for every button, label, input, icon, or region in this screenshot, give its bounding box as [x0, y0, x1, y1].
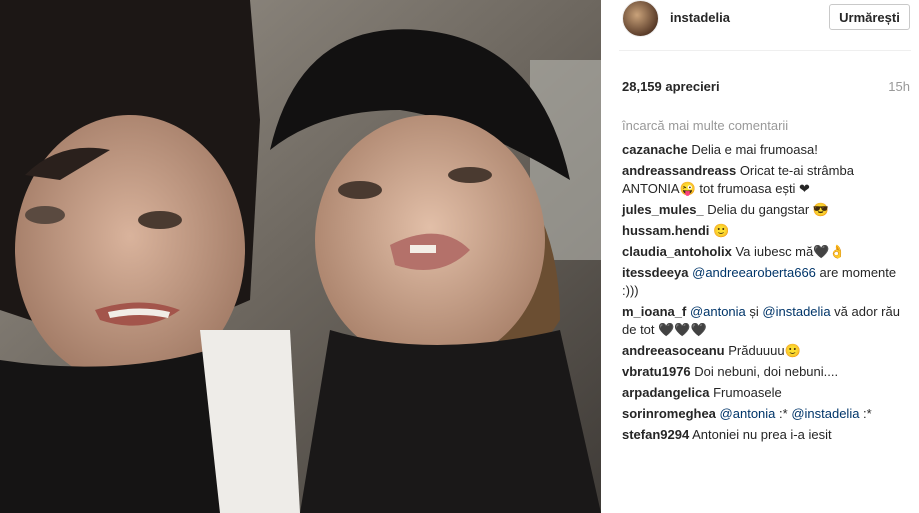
comment: itessdeeya @andreearoberta666 are moment… [622, 264, 912, 300]
comment-username[interactable]: jules_mules_ [622, 202, 704, 217]
mention-link[interactable]: @antonia [720, 406, 776, 421]
comment-username[interactable]: vbratu1976 [622, 364, 691, 379]
post-photo[interactable] [0, 0, 601, 513]
load-more-comments[interactable]: încarcă mai multe comentarii [622, 118, 788, 133]
comment-text: Doi nebuni, doi nebuni.... [694, 364, 839, 379]
comment-username[interactable]: m_ioana_f [622, 304, 686, 319]
follow-button[interactable]: Urmărești [829, 4, 910, 30]
post-header: instadelia Urmărești [601, 0, 919, 37]
comment-username[interactable]: sorinromeghea [622, 406, 716, 421]
avatar[interactable] [622, 0, 659, 37]
comment-username[interactable]: andreeasoceanu [622, 343, 725, 358]
comment: andreeasoceanu Prăduuuu🙂 [622, 342, 912, 360]
mention-link[interactable]: @andreearoberta666 [692, 265, 816, 280]
comment: hussam.hendi 🙂 [622, 222, 912, 240]
comment-text: Delia du gangstar 😎 [707, 202, 829, 217]
post-username[interactable]: instadelia [670, 10, 730, 25]
post-sidebar: instadelia Urmărești 28,159 aprecieri 15… [601, 0, 919, 513]
comment-username[interactable]: andreassandreass [622, 163, 736, 178]
comment-text: Antoniei nu prea i-a iesit [692, 427, 832, 442]
comment: cazanache Delia e mai frumoasa! [622, 141, 912, 159]
post-time[interactable]: 15h [888, 79, 910, 94]
likes-count[interactable]: 28,159 aprecieri [622, 79, 720, 94]
mention-link[interactable]: @instadelia [791, 406, 859, 421]
comment: andreassandreass Oricat te-ai strâmba AN… [622, 162, 912, 198]
comment: vbratu1976 Doi nebuni, doi nebuni.... [622, 363, 912, 381]
comment-username[interactable]: claudia_antoholix [622, 244, 732, 259]
comment-text: :* [775, 406, 792, 421]
comment: stefan9294 Antoniei nu prea i-a iesit [622, 426, 912, 444]
comment-text: Prăduuuu🙂 [728, 343, 801, 358]
comment-text: Delia e mai frumoasa! [691, 142, 818, 157]
comment-username[interactable]: cazanache [622, 142, 688, 157]
selfie-image [0, 0, 601, 513]
comment-text: și [745, 304, 763, 319]
comment: arpadangelica Frumoasele [622, 384, 912, 402]
comment: sorinromeghea @antonia :* @instadelia :* [622, 405, 912, 423]
comment: jules_mules_ Delia du gangstar 😎 [622, 201, 912, 219]
comment-username[interactable]: stefan9294 [622, 427, 689, 442]
mention-link[interactable]: @instadelia [762, 304, 830, 319]
comment-text: Frumoasele [713, 385, 782, 400]
comment-text: 🙂 [713, 223, 730, 238]
comments-list: cazanache Delia e mai frumoasa! andreass… [622, 141, 912, 447]
comment: claudia_antoholix Va iubesc mă🖤👌 [622, 243, 912, 261]
comment-text: Va iubesc mă🖤👌 [735, 244, 846, 259]
mention-link[interactable]: @antonia [690, 304, 746, 319]
comment-username[interactable]: arpadangelica [622, 385, 709, 400]
comment-text: :* [859, 406, 872, 421]
comment-username[interactable]: hussam.hendi [622, 223, 709, 238]
divider [619, 50, 911, 51]
comment-username[interactable]: itessdeeya [622, 265, 689, 280]
comment: m_ioana_f @antonia și @instadelia vă ado… [622, 303, 912, 339]
